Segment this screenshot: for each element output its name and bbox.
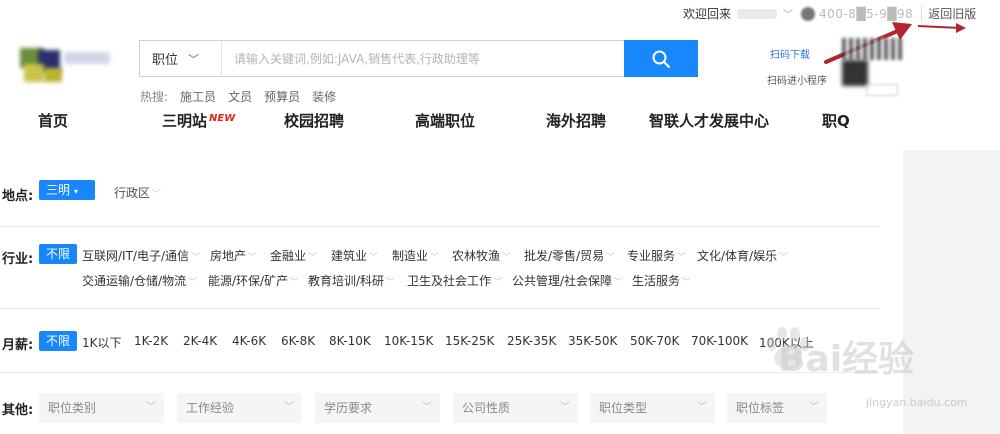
hot-searches: 热搜: 施工员 文员 预算员 装修 (140, 88, 336, 105)
experience-select[interactable]: 工作经验 ﹀ (177, 393, 302, 423)
location-selected[interactable]: 三明 ▾ (39, 180, 95, 200)
industry-option[interactable]: 金融业 ﹀ (270, 247, 317, 264)
job-category-select[interactable]: 职位类别 ﹀ (39, 393, 164, 423)
qr-code-image (842, 38, 902, 60)
industry-option[interactable]: 房地产 ﹀ (210, 247, 257, 264)
search-input[interactable] (222, 41, 624, 76)
salary-option[interactable]: 6K-8K (281, 334, 315, 348)
chevron-down-icon[interactable]: ﹀ (783, 6, 793, 21)
salary-option[interactable]: 2K-4K (183, 334, 217, 348)
nav-item-label: 三明站 (162, 112, 208, 130)
nav-item-campus[interactable]: 校园招聘 (284, 110, 344, 131)
district-label: 行政区 (114, 186, 151, 200)
nav-item-talent-center[interactable]: 智联人才发展中心 (649, 110, 769, 131)
industry-option[interactable]: 交通运输/仓储/物流 ﹀ (82, 272, 197, 289)
industry-option[interactable]: 建筑业 ﹀ (331, 247, 378, 264)
education-select[interactable]: 学历要求 ﹀ (315, 393, 440, 423)
industry-option[interactable]: 农林牧渔 ﹀ (452, 247, 511, 264)
chevron-down-icon: ▾ (73, 187, 78, 196)
app-download-text[interactable]: 扫码下载 (770, 46, 810, 61)
nav-item-city-site[interactable]: 三明站 NEW (162, 110, 235, 131)
phone-icon (801, 6, 816, 21)
industry-option[interactable]: 公共管理/社会保障 ﹀ (512, 272, 623, 289)
salary-option[interactable]: 1K-2K (134, 334, 168, 348)
divider (0, 372, 880, 373)
chevron-down-icon: ﹀ (697, 402, 707, 413)
nav-item-home[interactable]: 首页 (38, 110, 68, 131)
hot-label: 热搜: (140, 90, 169, 104)
company-type-select[interactable]: 公司性质 ﹀ (453, 393, 578, 423)
search-button[interactable] (624, 40, 698, 77)
industry-option[interactable]: 批发/零售/贸易 ﹀ (524, 247, 615, 264)
salary-option[interactable]: 10K-15K (384, 334, 433, 348)
job-type-select[interactable]: 职位类型 ﹀ (590, 393, 715, 423)
salary-option[interactable]: 25K-35K (507, 334, 556, 348)
salary-option[interactable]: 70K-100K (691, 334, 748, 348)
search-bar: 职位 ﹀ (139, 40, 698, 77)
salary-option[interactable]: 35K-50K (568, 334, 617, 348)
salary-option[interactable]: 50K-70K (630, 334, 679, 348)
qr-code-image (866, 84, 898, 96)
chevron-down-icon: ﹀ (809, 402, 819, 413)
divider (0, 308, 880, 309)
qr-code-image (842, 60, 868, 86)
site-logo[interactable] (20, 40, 110, 88)
hot-keyword[interactable]: 文员 (228, 88, 252, 105)
industry-option[interactable]: 制造业 ﹀ (392, 247, 439, 264)
salary-option[interactable]: 8K-10K (329, 334, 371, 348)
search-category-select[interactable]: 职位 ﹀ (140, 41, 222, 76)
chevron-down-icon: ﹀ (146, 402, 156, 413)
industry-option[interactable]: 卫生及社会工作 ﹀ (407, 272, 502, 289)
search-icon (652, 50, 670, 68)
hot-keyword[interactable]: 预算员 (264, 88, 300, 105)
chevron-down-icon: ﹀ (422, 402, 432, 413)
hot-keyword[interactable]: 装修 (312, 88, 336, 105)
salary-option[interactable]: 4K-6K (232, 334, 266, 348)
nav-item-zhiq[interactable]: 职Q (822, 110, 850, 131)
salary-any[interactable]: 不限 (39, 331, 78, 351)
welcome-text: 欢迎回来 (683, 7, 732, 21)
salary-label: 月薪: (2, 338, 34, 353)
industry-option[interactable]: 互联网/IT/电子/通信 ﹀ (82, 247, 200, 264)
industry-any[interactable]: 不限 (39, 244, 78, 264)
industry-option[interactable]: 文化/体育/娱乐 ﹀ (697, 247, 788, 264)
nav-item-overseas[interactable]: 海外招聘 (546, 110, 606, 131)
salary-option[interactable]: 100K以上 (759, 334, 814, 351)
industry-option[interactable]: 专业服务 ﹀ (627, 247, 686, 264)
nav-item-senior[interactable]: 高端职位 (415, 110, 475, 131)
salary-option[interactable]: 15K-25K (445, 334, 494, 348)
chevron-down-icon: ﹀ (152, 190, 162, 200)
chevron-down-icon: ﹀ (188, 52, 200, 66)
job-tag-select[interactable]: 职位标签 ﹀ (727, 393, 827, 423)
hot-keyword[interactable]: 施工员 (180, 88, 216, 105)
chevron-down-icon: ﹀ (560, 402, 570, 413)
other-label: 其他: (2, 403, 34, 418)
location-label: 地点: (2, 189, 34, 204)
industry-option[interactable]: 能源/环保/矿产 ﹀ (208, 272, 299, 289)
chevron-down-icon: ﹀ (284, 402, 294, 413)
district-select[interactable]: 行政区 ﹀ (114, 184, 161, 201)
mini-program-text: 扫码进小程序 (767, 76, 827, 87)
salary-option[interactable]: 1K以下 (82, 334, 122, 351)
new-badge: NEW (209, 113, 236, 124)
main-nav: 首页 三明站 NEW 校园招聘 高端职位 海外招聘 智联人才发展中心 职Q (0, 110, 1000, 138)
location-selected-text: 三明 (46, 183, 71, 197)
industry-option[interactable]: 生活服务 ﹀ (632, 272, 691, 289)
industry-option[interactable]: 教育培训/科研 ﹀ (308, 272, 395, 289)
filter-panel: 地点: 三明 ▾ 行政区 ﹀ 行业: 不限 互联网/IT/电子/通信 ﹀ 房地产 ﹀ … (0, 150, 903, 434)
industry-label: 行业: (2, 252, 34, 267)
search-category-label: 职位 (152, 53, 179, 68)
username-blurred[interactable] (737, 8, 778, 19)
divider (0, 226, 880, 227)
page: 欢迎回来 ﹀ 400-8█5-9█98 返回旧版 职位 ﹀ 热搜: 施工员 (0, 0, 1000, 434)
